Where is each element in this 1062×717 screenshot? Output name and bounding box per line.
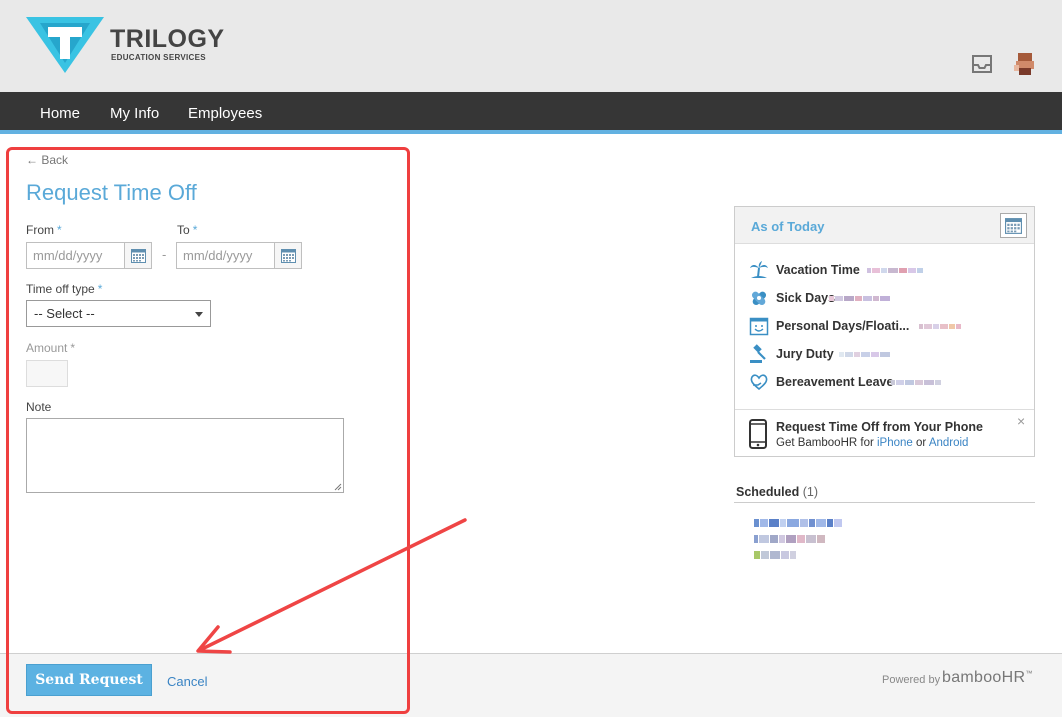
resize-grip-icon[interactable] — [334, 483, 342, 491]
balance-calendar-button[interactable] — [1000, 213, 1027, 238]
balance-name: Bereavement Leave — [776, 375, 894, 389]
from-label: From * — [26, 223, 62, 237]
to-calendar-button[interactable] — [274, 243, 301, 268]
nav-item-home[interactable]: Home — [40, 105, 80, 122]
required-mark: * — [57, 223, 62, 237]
redacted-value — [829, 296, 891, 301]
palm-tree-icon — [750, 261, 768, 278]
balance-name: Sick Days — [776, 291, 836, 305]
trilogy-logo[interactable]: TRILOGY EDUCATION SERVICES — [26, 15, 226, 77]
back-link[interactable]: ← Back — [26, 153, 68, 167]
caret-down-icon — [195, 312, 203, 317]
send-request-button[interactable]: Send Request — [26, 664, 152, 696]
cancel-link[interactable]: Cancel — [167, 674, 207, 689]
powered-by-label: Powered by — [882, 674, 941, 686]
balance-row-jury-duty[interactable]: Jury Duty — [749, 344, 1029, 366]
note-label: Note — [26, 400, 52, 414]
amount-input — [26, 360, 68, 387]
calendar-icon — [280, 248, 296, 263]
balance-row-personal-days[interactable]: Personal Days/Floati... — [749, 316, 1029, 338]
brand-subtitle: EDUCATION SERVICES — [111, 53, 206, 62]
time-off-balance-card: As of Today Vacation Time Sick Days Pers… — [734, 206, 1035, 457]
bandage-icon — [751, 291, 767, 306]
redacted-value — [891, 380, 942, 385]
page-title: Request Time Off — [26, 180, 197, 205]
heart-hand-icon — [750, 374, 768, 391]
to-date-input[interactable] — [177, 243, 274, 268]
balance-row-vacation[interactable]: Vacation Time — [749, 260, 1029, 282]
calendar-icon — [130, 248, 146, 263]
back-label: Back — [41, 153, 69, 167]
to-label: To * — [177, 223, 198, 237]
balance-row-sick[interactable]: Sick Days — [749, 288, 1029, 310]
vendor-name: bambooHR — [942, 669, 1026, 686]
top-header: TRILOGY EDUCATION SERVICES — [0, 0, 1062, 92]
nav-item-employees[interactable]: Employees — [188, 105, 262, 122]
mobile-promo-title: Request Time Off from Your Phone — [776, 420, 983, 434]
mobile-app-promo: Request Time Off from Your Phone Get Bam… — [735, 409, 1034, 457]
iphone-link[interactable]: iPhone — [877, 437, 913, 449]
avatar[interactable] — [1014, 52, 1036, 76]
scheduled-count: (1) — [802, 485, 818, 499]
calendar-smile-icon — [749, 317, 769, 336]
balance-name: Jury Duty — [776, 347, 834, 361]
redacted-value — [919, 324, 962, 329]
android-link[interactable]: Android — [929, 437, 969, 449]
required-mark: * — [192, 223, 198, 237]
required-mark: * — [97, 282, 103, 296]
close-icon[interactable]: × — [1017, 413, 1025, 429]
bamboohr-logo[interactable]: bambooHR™ — [942, 669, 1033, 687]
from-calendar-button[interactable] — [124, 243, 151, 268]
redacted-value — [867, 268, 924, 273]
balance-name: Personal Days/Floati... — [776, 319, 910, 333]
mobile-promo-subtitle: Get BambooHR for iPhone or Android — [776, 437, 969, 449]
trademark-mark: ™ — [1025, 670, 1033, 678]
time-off-type-value: -- Select -- — [34, 306, 95, 321]
scheduled-item-redacted — [754, 551, 797, 559]
balance-card-header: As of Today — [735, 207, 1034, 244]
time-off-type-label: Time off type * — [26, 282, 103, 296]
trilogy-logo-icon — [26, 17, 104, 73]
balance-card-title: As of Today — [751, 219, 825, 234]
from-date-field — [26, 242, 152, 269]
mobile-phone-icon — [749, 419, 767, 449]
brand-name: TRILOGY — [110, 25, 225, 53]
redacted-value — [839, 352, 891, 357]
divider — [734, 502, 1035, 503]
to-date-field — [176, 242, 302, 269]
nav-item-my-info[interactable]: My Info — [110, 105, 159, 122]
amount-label: Amount * — [26, 341, 76, 355]
from-date-input[interactable] — [27, 243, 124, 268]
balance-name: Vacation Time — [776, 263, 860, 277]
gavel-icon — [750, 344, 766, 363]
time-off-type-select[interactable]: -- Select -- — [26, 300, 211, 327]
calendar-icon — [1005, 217, 1022, 234]
inbox-icon[interactable] — [970, 52, 994, 76]
date-range-dash: - — [162, 247, 167, 262]
arrow-left-icon: ← — [26, 153, 38, 167]
scheduled-item-redacted[interactable] — [754, 519, 843, 527]
balance-row-bereavement[interactable]: Bereavement Leave — [749, 372, 1029, 394]
note-textarea[interactable] — [26, 418, 344, 493]
scheduled-heading: Scheduled (1) — [736, 485, 818, 499]
scheduled-item-redacted — [754, 535, 826, 543]
main-nav: Home My Info Employees — [0, 92, 1062, 134]
required-mark: * — [70, 341, 76, 355]
